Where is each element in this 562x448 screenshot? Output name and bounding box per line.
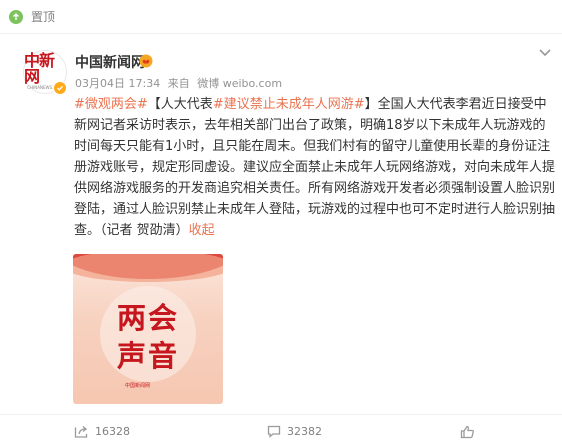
chevron-down-icon[interactable] [536, 46, 554, 60]
pinned-bar: 置顶 [0, 0, 562, 34]
post-content: #微观两会#【人大代表#建议禁止未成年人网游#】全国人大代表李君近日接受中新网记… [74, 94, 558, 241]
comment-button[interactable]: 32382 [267, 425, 322, 438]
like-icon [460, 425, 474, 438]
share-count: 16328 [95, 425, 130, 438]
pin-icon [9, 9, 23, 24]
post-image[interactable]: 两会 声音 中国新闻网 [73, 254, 223, 404]
comment-count: 32382 [287, 425, 322, 438]
comment-icon [267, 425, 281, 438]
image-title-line1: 两会 [116, 301, 179, 335]
post-text: 】全国人大代表李君近日接受中新网记者采访时表示，去年相关部门出台了政策，明确18… [74, 97, 556, 238]
source-link[interactable]: 微博 weibo.com [197, 77, 282, 90]
user-name-link[interactable]: 中国新闻网 [75, 52, 145, 72]
post-meta: 03月04日 17:34 来自 微博 weibo.com [75, 75, 286, 91]
collapse-link[interactable]: 收起 [189, 223, 215, 238]
image-logo: 中国新闻网 [125, 383, 151, 389]
post-text: 【人大代表 [147, 97, 213, 112]
like-button[interactable] [460, 425, 481, 439]
post-date-link[interactable]: 03月04日 17:34 [75, 77, 160, 90]
vip-badge-icon[interactable] [139, 54, 153, 68]
action-bar: 16328 32382 [0, 414, 562, 448]
share-button[interactable]: 16328 [74, 425, 130, 438]
hashtag-link-weiguan[interactable]: #微观两会# [74, 97, 148, 112]
share-icon [74, 426, 88, 438]
hashtag-link-ban-minors[interactable]: #建议禁止未成年人网游# [213, 97, 365, 112]
image-title: 两会 声音 [73, 299, 223, 375]
verified-badge-icon [53, 81, 67, 95]
source-prefix: 来自 [167, 77, 190, 90]
image-title-line2: 声音 [116, 339, 179, 373]
weibo-post-card: 中新网 CHINANEWS.COM 中国新闻网 03月04日 17:34 来自 … [0, 34, 562, 447]
pinned-label: 置顶 [31, 10, 56, 24]
